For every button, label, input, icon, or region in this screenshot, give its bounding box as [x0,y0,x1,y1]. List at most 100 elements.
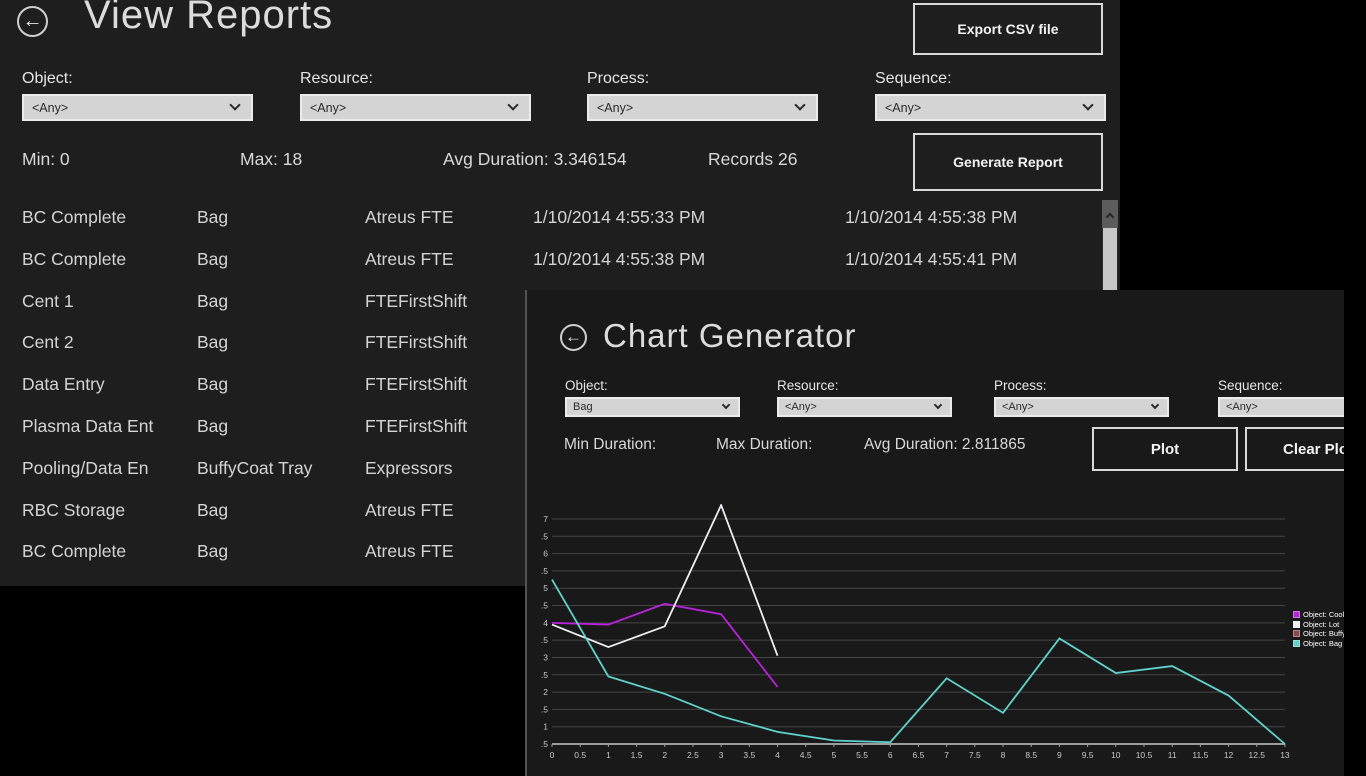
table-cell: RBC Storage [22,500,125,521]
svg-text:9: 9 [1057,750,1062,760]
back-arrow-icon: ← [565,328,582,345]
svg-text:0.5: 0.5 [541,739,548,749]
filter-object: Object: Bag [565,378,740,417]
table-cell: BC Complete [22,207,126,228]
svg-text:1: 1 [606,750,611,760]
process-dropdown[interactable]: <Any> [587,94,818,121]
chevron-down-icon [507,99,518,110]
svg-text:12.5: 12.5 [1248,750,1265,760]
filter-label: Resource: [777,378,952,393]
chevron-down-icon [794,99,805,110]
export-csv-button[interactable]: Export CSV file [913,3,1103,55]
table-cell: Bag [197,207,228,228]
filter-process: Process: <Any> [994,378,1169,417]
legend-label: Object: Coole [1303,610,1344,619]
svg-text:3: 3 [543,652,548,662]
filter-object: Object: <Any> [22,70,253,121]
stat-max: Max: 18 [240,149,302,170]
svg-text:12: 12 [1224,750,1234,760]
svg-text:9.5: 9.5 [1082,750,1094,760]
svg-text:7.5: 7.5 [969,750,981,760]
dropdown-value: <Any> [597,101,633,115]
filter-label: Process: [587,70,818,88]
clear-plot-button[interactable]: Clear Plot [1245,427,1344,471]
dropdown-value: <Any> [785,401,817,413]
filter-process: Process: <Any> [587,70,818,121]
resource-dropdown[interactable]: <Any> [777,397,952,417]
table-cell: BC Complete [22,249,126,270]
dropdown-value: <Any> [1002,401,1034,413]
generate-report-button[interactable]: Generate Report [913,133,1103,191]
chevron-up-icon [1106,213,1114,221]
chart-generator-window: ← Chart Generator Object: Bag Resource: … [525,290,1344,776]
legend-swatch-icon [1293,640,1300,647]
desktop: { "view_reports": { "title": "View Repor… [0,0,1366,776]
sequence-dropdown[interactable]: <Any> [875,94,1106,121]
svg-text:4.5: 4.5 [800,750,812,760]
legend-item: Object: Bag [1293,639,1344,649]
table-row[interactable]: BC CompleteBagAtreus FTE1/10/2014 4:55:3… [0,244,1100,286]
table-cell: Atreus FTE [365,541,454,562]
filter-resource: Resource: <Any> [777,378,952,417]
table-cell: Data Entry [22,374,105,395]
process-dropdown[interactable]: <Any> [994,397,1169,417]
table-cell: Bag [197,291,228,312]
duration-chart: 0.511.522.533.544.555.566.5700.511.522.5… [541,504,1301,766]
scrollbar-up-button[interactable] [1102,200,1118,228]
svg-text:6.5: 6.5 [541,531,548,541]
svg-text:3.5: 3.5 [541,635,548,645]
object-dropdown[interactable]: Bag [565,397,740,417]
page-title: View Reports [84,0,333,38]
sequence-dropdown[interactable]: <Any> [1218,397,1344,417]
svg-text:1: 1 [543,722,548,732]
dropdown-value: <Any> [885,101,921,115]
table-cell: Bag [197,500,228,521]
svg-text:7: 7 [543,514,548,524]
svg-text:8: 8 [1001,750,1006,760]
filter-sequence: Sequence: <Any> [875,70,1106,121]
object-dropdown[interactable]: <Any> [22,94,253,121]
filter-label: Process: [994,378,1169,393]
svg-text:5.5: 5.5 [856,750,868,760]
stat-avg-duration: Avg Duration: 2.811865 [864,436,1025,454]
filter-resource: Resource: <Any> [300,70,531,121]
dropdown-value: <Any> [32,101,68,115]
svg-text:2.5: 2.5 [541,670,548,680]
legend-label: Object: BuffyC [1303,629,1344,638]
stat-max-duration: Max Duration: [716,436,812,454]
table-cell: Atreus FTE [365,500,454,521]
table-cell: Bag [197,541,228,562]
svg-text:10.5: 10.5 [1136,750,1153,760]
page-title: Chart Generator [603,317,856,355]
filter-label: Object: [565,378,740,393]
table-cell: Bag [197,374,228,395]
chevron-down-icon [934,401,942,409]
table-cell: 1/10/2014 4:55:38 PM [845,207,1017,228]
table-cell: Expressors [365,458,453,479]
resource-dropdown[interactable]: <Any> [300,94,531,121]
table-cell: Bag [197,332,228,353]
chevron-down-icon [722,401,730,409]
filter-label: Sequence: [875,70,1106,88]
dropdown-value: <Any> [1226,401,1258,413]
legend-swatch-icon [1293,611,1300,618]
legend-item: Object: Coole [1293,610,1344,620]
back-button[interactable]: ← [17,6,48,37]
legend-label: Object: Bag [1303,639,1342,648]
table-cell: 1/10/2014 4:55:41 PM [845,249,1017,270]
svg-text:2: 2 [662,750,667,760]
plot-button[interactable]: Plot [1092,427,1238,471]
svg-text:0: 0 [550,750,555,760]
svg-text:5: 5 [832,750,837,760]
svg-text:4.5: 4.5 [541,601,548,611]
table-cell: Atreus FTE [365,249,454,270]
svg-text:5.5: 5.5 [541,566,548,576]
legend-label: Object: Lot [1303,620,1339,629]
table-row[interactable]: BC CompleteBagAtreus FTE1/10/2014 4:55:3… [0,202,1100,244]
back-button[interactable]: ← [560,324,587,351]
legend-item: Object: BuffyC [1293,629,1344,639]
table-cell: Cent 1 [22,291,74,312]
svg-text:5: 5 [543,583,548,593]
svg-text:4: 4 [775,750,780,760]
legend-swatch-icon [1293,621,1300,628]
